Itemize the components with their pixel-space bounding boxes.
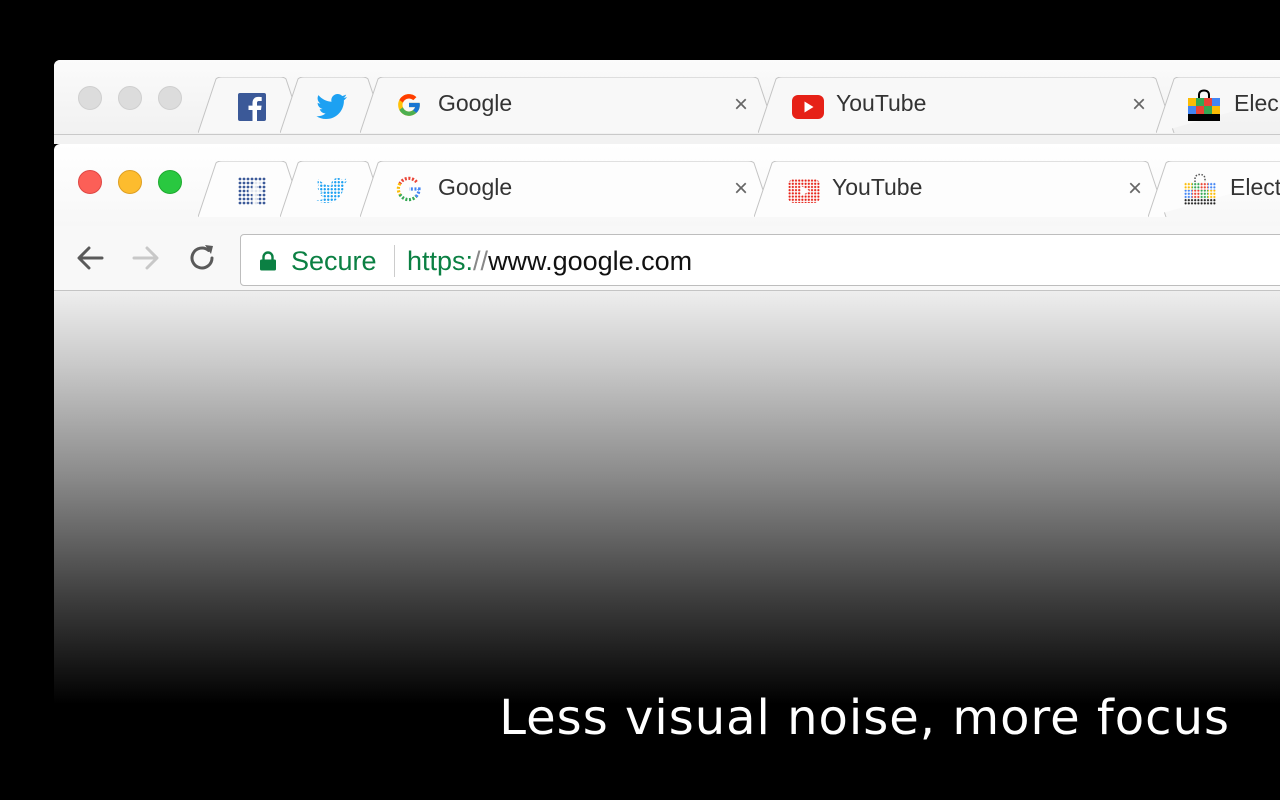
tab-shop[interactable]: Elect [1148, 161, 1280, 217]
background-tab-strip: Google × YouTube × Elec [54, 60, 1280, 135]
omnibox-divider [394, 245, 395, 277]
tab-google[interactable]: Google × [360, 161, 776, 217]
lock-icon [260, 251, 276, 271]
tab-shop[interactable]: Elec [1156, 77, 1280, 133]
browser-window: Google × YouTube × Elect Secure https://… [54, 144, 1280, 704]
tab-title: Elect [1230, 174, 1280, 200]
tab-youtube[interactable]: YouTube × [758, 77, 1178, 133]
youtube-icon [788, 179, 820, 203]
minimize-window-button[interactable] [118, 170, 142, 194]
page-content-area [54, 291, 1280, 704]
close-window-button-inactive[interactable] [78, 86, 102, 110]
close-tab-icon[interactable]: × [734, 91, 748, 119]
tab-title: YouTube [836, 90, 927, 116]
tab-strip: Google × YouTube × Elect [54, 144, 1280, 226]
close-tab-icon[interactable]: × [734, 175, 748, 203]
zoom-window-button[interactable] [158, 170, 182, 194]
background-browser-window: Google × YouTube × Elec [54, 60, 1280, 144]
close-tab-icon[interactable]: × [1128, 175, 1142, 203]
url-slashes: // [473, 246, 489, 276]
tab-google[interactable]: Google × [360, 77, 780, 133]
promo-caption: Less visual noise, more focus [499, 690, 1230, 746]
address-bar[interactable]: Secure https://www.google.com [240, 234, 1280, 286]
facebook-icon [238, 93, 266, 121]
twitter-icon [316, 94, 347, 119]
url-text[interactable]: https://www.google.com [407, 246, 692, 277]
tab-title: YouTube [832, 174, 923, 200]
reload-icon[interactable] [186, 242, 218, 274]
shopping-bag-icon [1184, 173, 1216, 205]
minimize-window-button-inactive[interactable] [118, 86, 142, 110]
arrow-left-icon[interactable] [74, 242, 106, 274]
google-icon [396, 176, 421, 202]
tab-title: Google [438, 174, 513, 200]
google-icon [398, 94, 420, 116]
twitter-icon [316, 178, 347, 203]
arrow-right-icon[interactable] [130, 242, 162, 274]
tab-title: Google [438, 90, 513, 116]
close-window-button[interactable] [78, 170, 102, 194]
security-chip-label[interactable]: Secure [291, 246, 377, 277]
toolbar: Secure https://www.google.com [54, 226, 1280, 291]
tab-youtube[interactable]: YouTube × [754, 161, 1170, 217]
url-scheme: https: [407, 246, 474, 276]
zoom-window-button-inactive[interactable] [158, 86, 182, 110]
tab-title: Elec [1234, 90, 1279, 116]
shopping-bag-icon [1188, 89, 1220, 121]
url-host: www.google.com [488, 246, 693, 276]
youtube-icon [792, 95, 824, 119]
close-tab-icon[interactable]: × [1132, 91, 1146, 119]
facebook-icon [238, 177, 266, 205]
